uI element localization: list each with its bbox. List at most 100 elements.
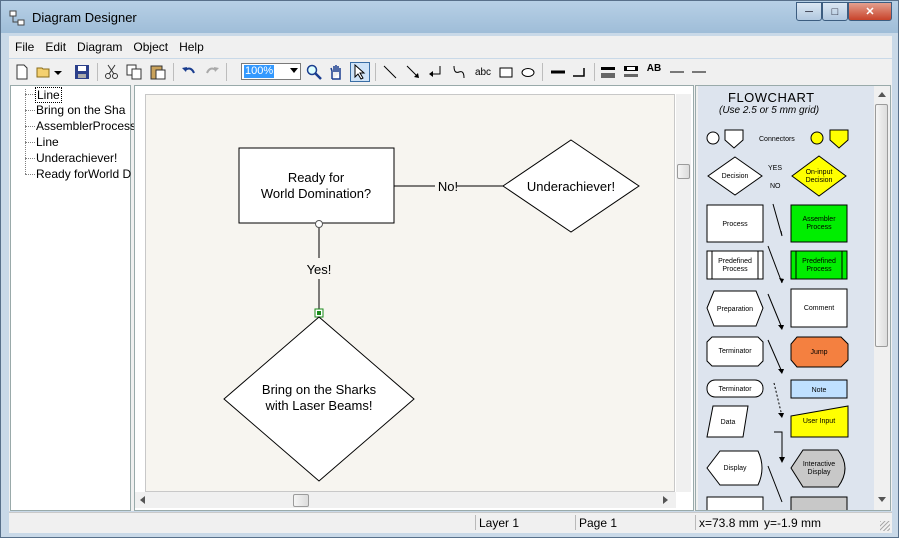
palette-preparation-label: Preparation [717,306,753,313]
ready-box-line2: World Domination? [261,186,371,201]
zoom-value: 100% [244,65,275,78]
palette-offpage-connector[interactable] [724,129,744,149]
tree-item-label: Line [35,87,62,103]
line-style-2-icon[interactable] [690,63,708,81]
menu-bar: File Edit Diagram Object Help [9,36,892,58]
title-bar[interactable]: Diagram Designer ─ □ ✕ [1,1,898,33]
copy-icon[interactable] [125,63,143,81]
tree-item-label: Underachiever! [36,151,118,165]
text-icon[interactable]: abc [471,63,495,81]
toolbar: 100% abc AB [9,59,892,86]
palette-terminator-label: Terminator [718,348,752,355]
palette-predefined-line2: Process [722,266,748,273]
dropdown-arrow-icon[interactable] [53,63,63,81]
palette-assembler-line1: Assembler [802,216,836,223]
app-window: Diagram Designer ─ □ ✕ File Edit Diagram… [0,0,899,538]
palette-on-input-decision[interactable] [791,155,847,197]
select-pointer-icon[interactable] [350,62,370,82]
curve-connector-icon[interactable] [450,63,468,81]
status-bar: Layer 1 Page 1 x=73.8 mm y=-1.9 mm [9,512,892,533]
palette-next-shape-gray[interactable] [790,496,848,510]
resize-grip[interactable] [880,521,890,531]
palette-offpage-yellow[interactable] [829,129,849,149]
canvas-vscroll-thumb[interactable] [677,164,690,179]
zoom-icon[interactable] [305,63,323,81]
text-style-icon[interactable]: AB [644,63,664,81]
cut-icon[interactable] [103,63,121,81]
shape-palette[interactable]: FLOWCHART (Use 2.5 or 5 mm grid) Connect… [698,86,874,510]
menu-edit[interactable]: Edit [39,40,71,54]
palette-data-label: Data [721,419,736,426]
open-folder-icon[interactable] [35,63,53,81]
palette-assembler-line2: Process [806,224,832,231]
undo-icon[interactable] [180,63,198,81]
scroll-down-icon[interactable] [878,497,886,502]
status-page: Page 1 [579,516,618,530]
palette-vscrollbar[interactable] [874,87,889,509]
menu-object[interactable]: Object [127,40,173,54]
palette-predefined-process-green[interactable] [790,250,848,280]
palette-note-label: Note [812,387,827,394]
palette-no-label: NO [770,183,781,190]
pan-hand-icon[interactable] [327,63,345,81]
close-button[interactable]: ✕ [848,2,892,21]
window-title: Diagram Designer [32,10,137,25]
tree-item-label: Line [36,135,59,149]
palette-predefined-process[interactable] [706,250,764,280]
palette-next-shape[interactable] [706,496,764,510]
no-label: No! [438,179,458,194]
status-layer: Layer 1 [479,516,520,530]
zoom-select[interactable]: 100% [241,63,301,80]
sharks-line2: with Laser Beams! [265,398,373,413]
palette-comment-label: Comment [804,305,834,312]
palette-connector-circle[interactable] [706,131,720,145]
line-width-icon[interactable] [549,63,567,81]
scroll-right-icon[interactable] [663,496,668,504]
tree-item-label: AssemblerProcess [36,119,137,133]
diagram-canvas[interactable]: Ready for World Domination? No! Underach… [145,94,675,492]
connector-handle[interactable] [315,220,323,228]
bring-front-icon[interactable] [599,63,617,81]
canvas-vscrollbar[interactable] [676,94,691,492]
new-file-icon[interactable] [13,63,31,81]
paste-icon[interactable] [149,63,167,81]
ellipse-icon[interactable] [519,63,537,81]
palette-display-label: Display [724,465,747,472]
line-icon[interactable] [381,63,399,81]
save-icon[interactable] [73,63,91,81]
menu-file[interactable]: File [9,40,39,54]
line-style-icon[interactable] [668,63,686,81]
status-y-coordinate: y=-1.9 mm [764,516,822,530]
canvas-hscrollbar[interactable] [135,492,676,508]
menu-help[interactable]: Help [173,40,209,54]
underachiever-label: Underachiever! [527,179,615,194]
line-end-icon[interactable] [571,63,589,81]
menu-diagram[interactable]: Diagram [71,40,127,54]
elbow-connector-icon[interactable] [427,63,445,81]
scroll-up-icon[interactable] [878,92,886,97]
palette-jump-label: Jump [810,349,827,356]
palette-predefined-green-line2: Process [806,266,832,273]
maximize-button[interactable]: □ [822,2,848,21]
app-icon [9,10,25,26]
tree-item-label: Bring on the Sha [36,103,126,117]
canvas-hscroll-thumb[interactable] [293,494,309,507]
status-x-coordinate: x=73.8 mm [699,516,759,530]
palette-vscroll-thumb[interactable] [875,104,888,347]
send-back-icon[interactable] [622,63,640,81]
palette-terminator2-label: Terminator [718,386,752,393]
palette-connector-yellow[interactable] [810,131,824,145]
redo-icon[interactable] [203,63,221,81]
palette-connectors-label: Connectors [759,136,795,143]
scroll-left-icon[interactable] [140,496,145,504]
object-tree[interactable]: Line Bring on the Sha AssemblerProcess L… [10,85,136,511]
palette-on-input-line1: On-input [806,169,833,176]
arrow-line-icon[interactable] [404,63,422,81]
yes-label: Yes! [307,262,332,277]
sharks-line1: Bring on the Sharks [262,382,377,397]
minimize-button[interactable]: ─ [796,2,822,21]
rectangle-icon[interactable] [497,63,515,81]
palette-process-label: Process [722,221,748,228]
palette-on-input-line2: Decision [806,177,833,184]
palette-interactive-line1: Interactive [803,461,835,468]
